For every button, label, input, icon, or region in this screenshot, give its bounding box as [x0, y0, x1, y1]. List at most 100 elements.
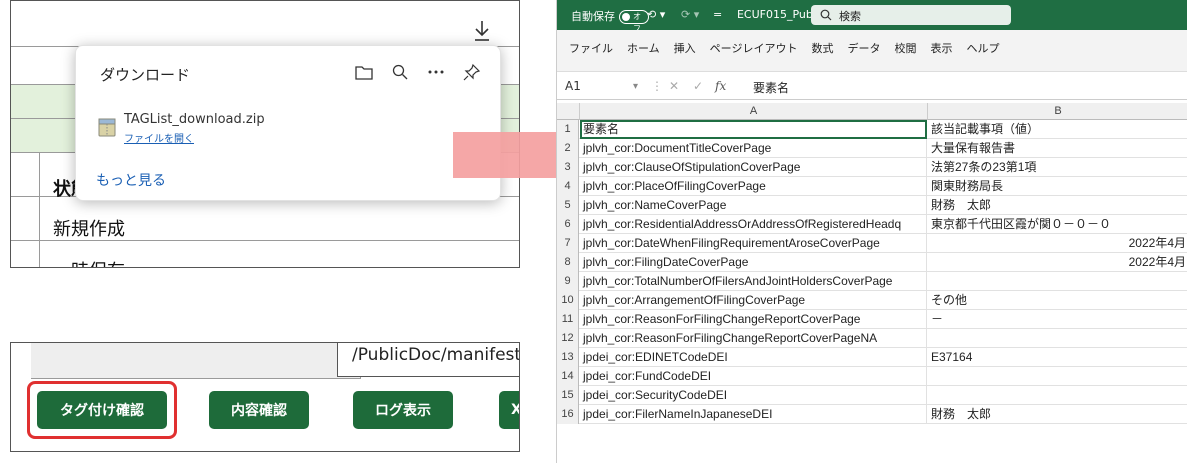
cell-a[interactable]: jplvh_cor:DateWhenFilingRequirementArose…: [580, 234, 927, 253]
cell-a[interactable]: jpdei_cor:EDINETCodeDEI: [580, 348, 927, 367]
row-header[interactable]: 14: [557, 367, 579, 386]
menu-home[interactable]: ホーム: [627, 40, 660, 60]
redo-icon[interactable]: ⟳ ▾: [681, 8, 699, 21]
row-header[interactable]: 9: [557, 272, 579, 291]
popup-title: ダウンロード: [100, 66, 191, 84]
cell-b[interactable]: 東京都千代田区霞が関０－０－０: [928, 215, 1187, 234]
spreadsheet-grid: A B 1 要素名 該当記載事項（値） 2 jplvh_cor:DocumentTitl…: [557, 103, 1187, 463]
table-cell: 新規作成: [53, 219, 125, 240]
cell-a[interactable]: jplvh_cor:FilingDateCoverPage: [580, 253, 927, 272]
row-header[interactable]: 11: [557, 310, 579, 329]
row-header[interactable]: 7: [557, 234, 579, 253]
row-header[interactable]: 2: [557, 139, 579, 158]
cell-a[interactable]: jplvh_cor:ArrangementOfFilingCoverPage: [580, 291, 927, 310]
cell-b[interactable]: 2022年4月: [928, 234, 1187, 253]
search-icon: [820, 9, 832, 21]
cell-b[interactable]: 法第27条の23第1項: [928, 158, 1187, 177]
row-header[interactable]: 4: [557, 177, 579, 196]
log-view-button[interactable]: ログ表示: [353, 391, 453, 429]
button-panel: /PublicDoc/manifest タグ付け確認 内容確認 ログ表示 X: [10, 342, 520, 452]
search-icon[interactable]: [388, 60, 412, 84]
table-row: 8 jplvh_cor:FilingDateCoverPage 2022年4月: [557, 253, 1187, 272]
cell-b[interactable]: 関東財務局長: [928, 177, 1187, 196]
menu-page-layout[interactable]: ページレイアウト: [710, 40, 798, 60]
more-options-icon[interactable]: [424, 60, 448, 84]
table-row: 14 jpdei_cor:FundCodeDEI: [557, 367, 1187, 386]
name-box[interactable]: A1: [565, 79, 581, 93]
cell-a[interactable]: jplvh_cor:ClauseOfStipulationCoverPage: [580, 158, 927, 177]
cell-a[interactable]: 要素名: [580, 120, 927, 139]
cell-a[interactable]: jplvh_cor:ResidentialAddressOrAddressOfR…: [580, 215, 927, 234]
cell-b[interactable]: E37164: [928, 348, 1187, 367]
cell-b[interactable]: [928, 386, 1187, 405]
formula-bar: A1 ▾ ⋮ ✕ ✓ fx 要素名: [557, 72, 1187, 100]
cell-a[interactable]: jpdei_cor:FilerNameInJapaneseDEI: [580, 405, 927, 424]
table-row: 12 jplvh_cor:ReasonForFilingChangeReportC…: [557, 329, 1187, 348]
table-row: 10 jplvh_cor:ArrangementOfFilingCoverPage…: [557, 291, 1187, 310]
name-box-dropdown-icon[interactable]: ▾: [633, 81, 638, 92]
cell-a[interactable]: jplvh_cor:NameCoverPage: [580, 196, 927, 215]
cell-a[interactable]: jpdei_cor:SecurityCodeDEI: [580, 386, 927, 405]
ribbon-area: [557, 60, 1187, 72]
row-header[interactable]: 15: [557, 386, 579, 405]
cell-a[interactable]: jpdei_cor:FundCodeDEI: [580, 367, 927, 386]
cell-b[interactable]: －: [928, 310, 1187, 329]
undo-icon[interactable]: ⟲ ▾: [647, 8, 665, 21]
cell-b[interactable]: 2022年4月: [928, 253, 1187, 272]
select-all-corner[interactable]: [557, 103, 580, 120]
row-header[interactable]: 3: [557, 158, 579, 177]
table-row: 9 jplvh_cor:TotalNumberOfFilersAndJointHo…: [557, 272, 1187, 291]
menu-formulas[interactable]: 数式: [811, 40, 833, 60]
form-row: [31, 343, 361, 379]
table-row: 2 jplvh_cor:DocumentTitleCoverPage 大量保有報告書: [557, 139, 1187, 158]
column-header-b[interactable]: B: [928, 103, 1187, 120]
autosave-toggle[interactable]: オフ: [619, 10, 649, 33]
menu-insert[interactable]: 挿入: [674, 40, 696, 60]
row-header[interactable]: 12: [557, 329, 579, 348]
download-arrow-icon[interactable]: [473, 19, 491, 43]
cell-b[interactable]: その他: [928, 291, 1187, 310]
pin-icon[interactable]: [460, 60, 484, 84]
cell-b[interactable]: [928, 367, 1187, 386]
cell-a[interactable]: jplvh_cor:DocumentTitleCoverPage: [580, 139, 927, 158]
cell-a[interactable]: jplvh_cor:TotalNumberOfFilersAndJointHol…: [580, 272, 927, 291]
content-check-button[interactable]: 内容確認: [209, 391, 309, 429]
cell-b[interactable]: [928, 272, 1187, 291]
cell-b[interactable]: 大量保有報告書: [928, 139, 1187, 158]
menu-help[interactable]: ヘルプ: [966, 40, 999, 60]
download-file-name[interactable]: TAGList_download.zip: [124, 112, 265, 127]
row-header[interactable]: 1: [557, 120, 579, 139]
formula-input[interactable]: 要素名: [753, 79, 789, 96]
table-row: 6 jplvh_cor:ResidentialAddressOrAddressOf…: [557, 215, 1187, 234]
cell-b[interactable]: [928, 329, 1187, 348]
menu-file[interactable]: ファイル: [569, 40, 613, 60]
row-header[interactable]: 13: [557, 348, 579, 367]
cancel-icon[interactable]: ✕: [669, 79, 679, 93]
row-header[interactable]: 6: [557, 215, 579, 234]
cell-b[interactable]: 財務 太郎: [928, 196, 1187, 215]
cell-a[interactable]: jplvh_cor:ReasonForFilingChangeReportCov…: [580, 329, 927, 348]
function-icon[interactable]: fx: [715, 79, 726, 93]
open-file-link[interactable]: ファイルを開く: [124, 130, 194, 145]
cell-a[interactable]: jplvh_cor:PlaceOfFilingCoverPage: [580, 177, 927, 196]
row-header[interactable]: 16: [557, 405, 579, 424]
menu-data[interactable]: データ: [847, 40, 880, 60]
enter-icon[interactable]: ✓: [693, 79, 703, 93]
menu-view[interactable]: 表示: [930, 40, 952, 60]
row-header[interactable]: 8: [557, 253, 579, 272]
zip-file-icon: [98, 118, 116, 137]
tag-check-button[interactable]: タグ付け確認: [37, 391, 167, 429]
show-more-link[interactable]: もっと見る: [96, 170, 166, 190]
folder-icon[interactable]: [352, 60, 376, 84]
cell-a[interactable]: jplvh_cor:ReasonForFilingChangeReportCov…: [580, 310, 927, 329]
search-box[interactable]: 検索: [811, 5, 1011, 25]
row-header[interactable]: 10: [557, 291, 579, 310]
row-header[interactable]: 5: [557, 196, 579, 215]
cell-b[interactable]: 該当記載事項（値）: [928, 120, 1187, 139]
column-header-a[interactable]: A: [580, 103, 928, 120]
menu-review[interactable]: 校閲: [894, 40, 916, 60]
cut-off-button[interactable]: X: [499, 391, 519, 429]
table-header-row: [11, 1, 519, 47]
cell-b[interactable]: 財務 太郎: [928, 405, 1187, 424]
table-row: 7 jplvh_cor:DateWhenFilingRequirementAros…: [557, 234, 1187, 253]
